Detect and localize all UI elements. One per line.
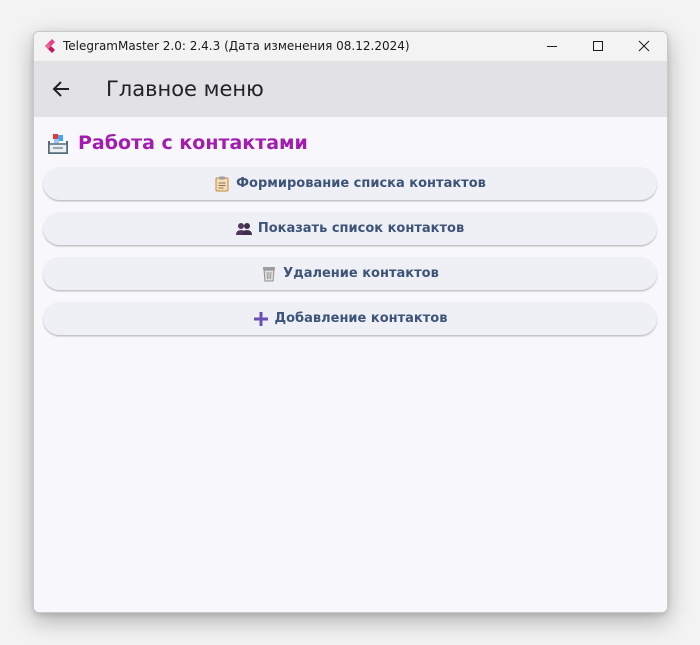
button-label: Добавление контактов — [274, 311, 448, 326]
section-title: Работа с контактами — [78, 132, 308, 154]
button-label: Показать список контактов — [257, 221, 465, 236]
add-contacts-button[interactable]: Добавление контактов — [43, 302, 657, 335]
people-icon — [235, 221, 252, 237]
minimize-button[interactable] — [529, 32, 575, 61]
maximize-button[interactable] — [575, 32, 621, 61]
app-window: TelegramMaster 2.0: 2.4.3 (Дата изменени… — [33, 31, 668, 613]
button-label: Формирование списка контактов — [236, 176, 486, 191]
page-title: Главное меню — [106, 77, 264, 101]
close-button[interactable] — [621, 32, 667, 61]
button-label: Удаление контактов — [283, 266, 439, 281]
show-contact-list-button[interactable]: Показать список контактов — [43, 212, 657, 245]
clipboard-icon — [214, 176, 230, 192]
contacts-box-icon — [48, 134, 68, 154]
close-icon — [638, 40, 650, 52]
maximize-icon — [593, 41, 603, 51]
title-bar: TelegramMaster 2.0: 2.4.3 (Дата изменени… — [34, 32, 667, 61]
create-contact-list-button[interactable]: Формирование списка контактов — [43, 167, 657, 200]
wastebasket-icon — [261, 266, 277, 282]
arrow-back-icon — [52, 81, 69, 97]
back-button[interactable] — [46, 73, 78, 105]
delete-contacts-button[interactable]: Удаление контактов — [43, 257, 657, 290]
flutter-app-icon — [45, 39, 55, 53]
main-content: Работа с контактами Формирование списка … — [34, 117, 667, 612]
app-bar: Главное меню — [34, 61, 667, 117]
window-title: TelegramMaster 2.0: 2.4.3 (Дата изменени… — [63, 39, 410, 53]
minimize-icon — [547, 46, 557, 47]
plus-icon — [253, 311, 269, 327]
